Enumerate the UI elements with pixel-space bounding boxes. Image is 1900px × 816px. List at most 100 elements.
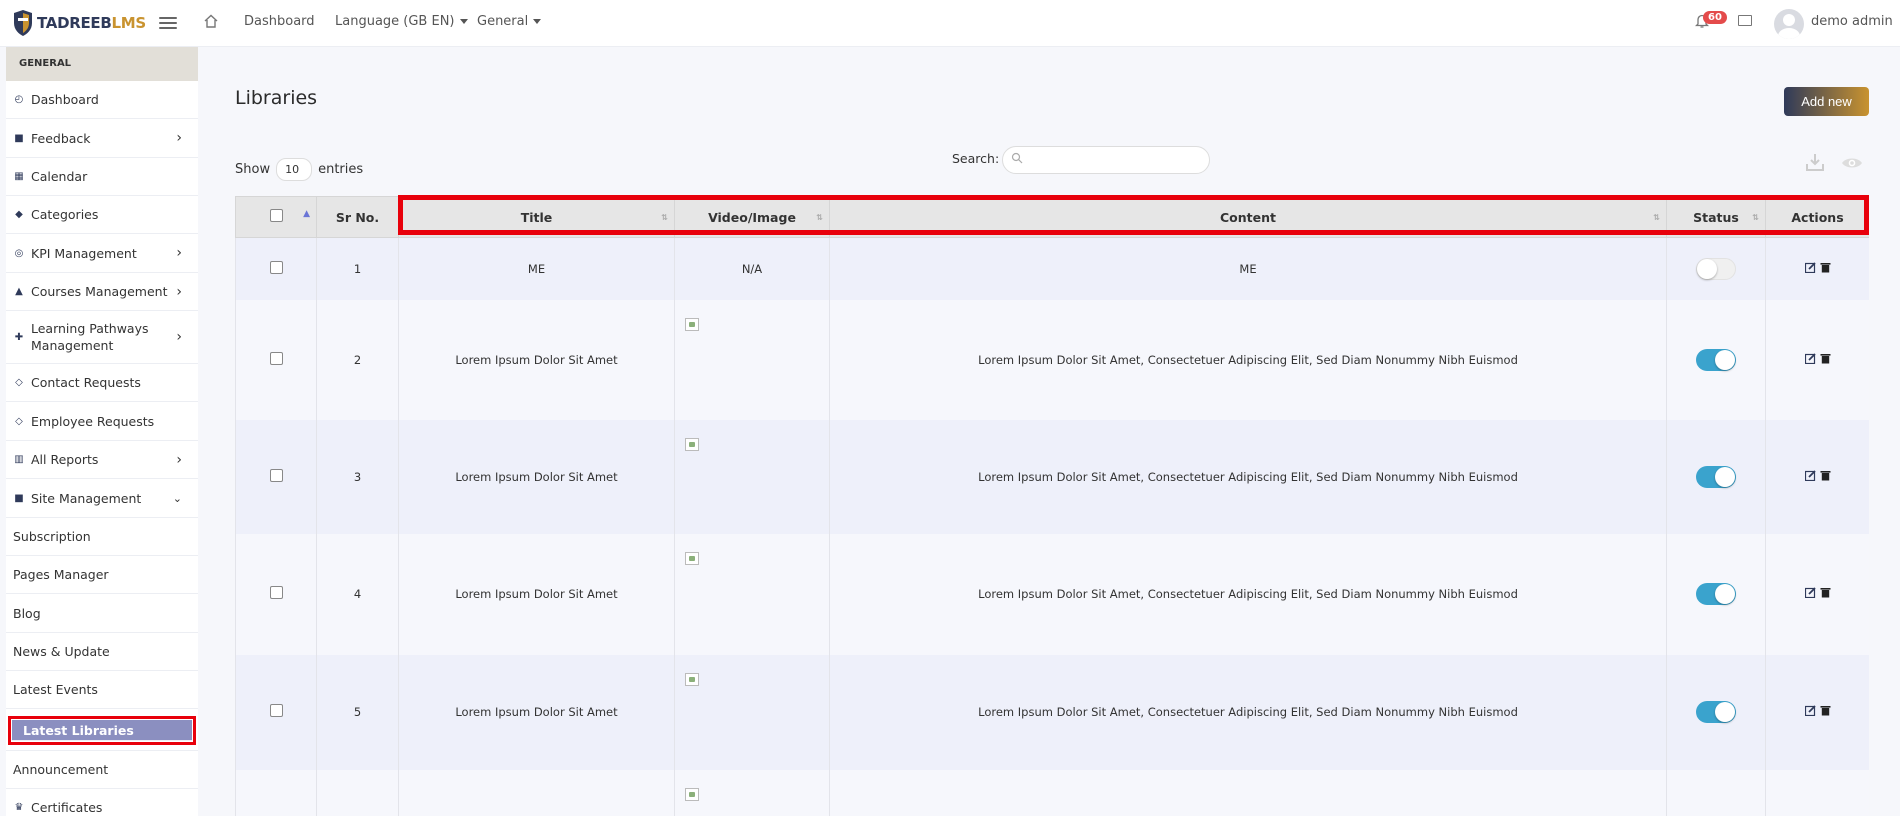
row-checkbox[interactable] [269,260,283,274]
sidebar-item-kpi-management[interactable]: ◎ KPI Management › [6,234,198,273]
chevron-right-icon: › [176,130,182,146]
sidebar-item-feedback[interactable]: ■ Feedback › [6,119,198,158]
column-header-sr-no[interactable]: Sr No. [316,196,399,238]
sr-no-cell: 5 [316,654,399,770]
sidebar-item-label: Feedback [31,130,91,146]
select-all-header[interactable]: ▲ [235,196,317,238]
edit-icon[interactable] [1804,262,1816,273]
column-header-title[interactable]: Title ⇅ [398,196,675,238]
row-checkbox[interactable] [269,704,283,717]
sidebar-item-categories[interactable]: ◆ Categories [6,196,198,234]
trash-icon[interactable] [1820,705,1831,716]
sidebar-item-label: Calendar [31,169,88,184]
row-checkbox[interactable] [269,468,283,482]
home-icon[interactable] [203,13,219,29]
trophy-icon: ♛ [14,802,24,813]
sidebar-item-calendar[interactable]: ▦ Calendar [6,158,198,196]
user-name[interactable]: demo admin [1811,14,1893,29]
search-icon [1011,152,1023,164]
sidebar-subitem-news-update[interactable]: News & Update [6,633,198,671]
sort-icon: ⇅ [1653,213,1660,222]
column-header-label: Status [1693,209,1739,225]
table-row: 2 Lorem Ipsum Dolor Sit Amet Lorem Ipsum… [235,299,1869,420]
status-toggle[interactable] [1696,257,1736,280]
entries-select[interactable]: 10 [276,158,313,181]
sidebar-item-label: Latest Events [13,682,98,697]
sidebar-item-label: Pages Manager [13,567,109,582]
top-bar: TADREEBLMS Dashboard Language (GB EN) Ge… [0,0,1900,47]
graduation-cap-icon: ▲ [15,286,23,297]
sidebar-subitem-blog[interactable]: Blog [6,594,198,633]
sidebar-item-dashboard[interactable]: ◴ Dashboard [6,81,198,119]
folder-icon: ■ [14,492,24,504]
sr-no-cell: 1 [316,237,399,300]
sidebar-item-certificates[interactable]: ♛ Certificates [6,789,198,816]
sidebar-item-employee-requests[interactable]: ◇ Employee Requests [6,402,198,441]
sidebar-item-label: Announcement [13,762,109,777]
eye-icon[interactable] [1841,156,1863,170]
edit-icon[interactable] [1804,705,1816,716]
sidebar-item-label: Latest Libraries [23,722,134,738]
trash-icon[interactable] [1820,587,1831,598]
edit-icon[interactable] [1804,587,1816,598]
search-label: Search: [952,151,1000,166]
sidebar-item-contact-requests[interactable]: ◇ Contact Requests [6,364,198,402]
caret-down-icon [459,19,468,24]
sort-asc-icon: ▲ [303,209,310,219]
status-toggle[interactable] [1696,348,1736,371]
nav-general-dropdown[interactable]: General [477,14,542,29]
title-cell: Lorem Ipsum Dolor Sit Amet [398,299,675,420]
trash-icon[interactable] [1820,470,1831,481]
status-toggle[interactable] [1696,701,1736,723]
logo[interactable]: TADREEBLMS [13,9,146,37]
sidebar-item-learning-pathways[interactable]: ✚ Learning Pathways Management › [6,311,198,364]
sidebar-item-label: All Reports [31,452,99,467]
sidebar-subitem-pages-manager[interactable]: Pages Manager [6,556,198,594]
gauge-icon: ◴ [14,94,24,105]
sidebar-item-all-reports[interactable]: ▥ All Reports › [6,441,198,479]
brand-name-part1: TADREEB [37,14,112,32]
status-toggle[interactable] [1696,583,1736,605]
title-cell: Lorem Ipsum Dolor Sit Amet [398,533,675,655]
broken-image-icon [685,787,699,801]
sidebar-item-label: Contact Requests [31,375,141,390]
sidebar-subitem-announcement[interactable]: Announcement [6,751,198,789]
edit-icon[interactable] [1804,469,1816,481]
sidebar-section-title: GENERAL [6,47,198,81]
nav-language-dropdown[interactable]: Language (GB EN) [335,14,468,29]
column-header-status[interactable]: Status ⇅ [1666,196,1766,238]
show-label: Show [235,162,271,177]
sr-no-cell: 3 [316,419,399,534]
status-toggle[interactable] [1696,465,1736,488]
row-checkbox[interactable] [269,586,283,599]
add-new-button[interactable]: Add new [1784,87,1869,116]
target-icon: ◎ [14,247,24,259]
sidebar-item-site-management[interactable]: ■ Site Management ⌄ [6,479,198,518]
sidebar-subitem-subscription[interactable]: Subscription [6,518,198,556]
trash-icon[interactable] [1820,353,1831,364]
comments-icon: ■ [14,132,24,144]
sidebar-item-courses-management[interactable]: ▲ Courses Management › [6,273,198,311]
nav-dashboard[interactable]: Dashboard [244,14,315,29]
sort-icon: ⇅ [661,213,668,222]
sidebar-subitem-latest-events[interactable]: Latest Events [6,671,198,709]
trash-icon[interactable] [1820,262,1831,273]
edit-icon[interactable] [1804,352,1816,364]
menu-toggle-icon[interactable] [159,14,177,30]
libraries-table: ▲ Sr No. Title ⇅ Video/Image ⇅ Content ⇅ St… [235,196,1869,816]
column-header-video-image[interactable]: Video/Image ⇅ [674,196,830,238]
row-checkbox[interactable] [269,351,283,365]
table-row: 3 Lorem Ipsum Dolor Sit Amet Lorem Ipsum… [235,419,1869,534]
download-icon[interactable] [1806,152,1824,172]
avatar[interactable] [1774,9,1804,39]
page-title: Libraries [235,87,318,109]
column-header-content[interactable]: Content ⇅ [829,196,1667,238]
media-cell: N/A [674,237,830,300]
chevron-right-icon: › [176,451,182,468]
sidebar-subitem-latest-libraries[interactable]: Latest Libraries [8,716,196,745]
search-input[interactable] [1002,146,1210,174]
select-all-checkbox[interactable] [269,209,283,222]
table-row: 5 Lorem Ipsum Dolor Sit Amet Lorem Ipsum… [235,654,1869,770]
sidebar-item-label: Learning Pathways Management [31,321,149,353]
mail-icon[interactable] [1738,15,1752,26]
